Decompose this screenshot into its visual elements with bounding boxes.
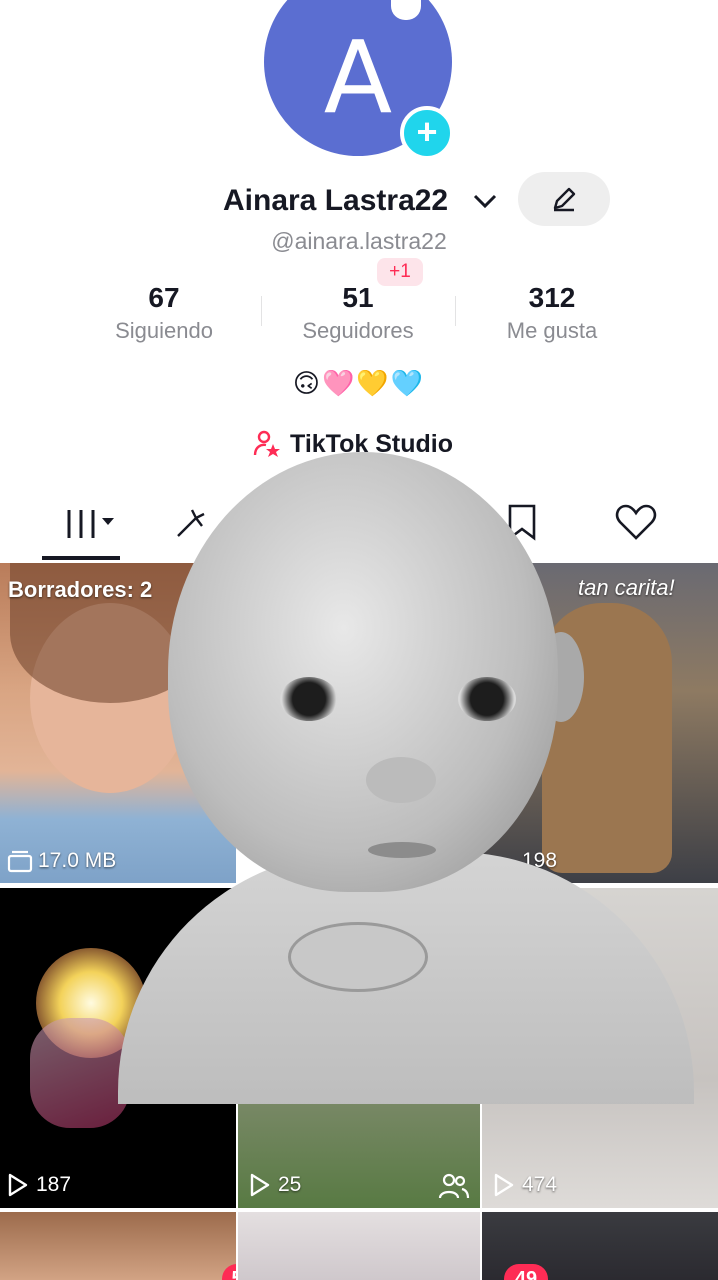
profile-handle: @ainara.lastra22 xyxy=(271,228,447,254)
new-badge: 5 xyxy=(222,1264,236,1280)
profile-name[interactable]: Ainara Lastra22 xyxy=(223,184,448,218)
chevron-down-icon[interactable] xyxy=(472,190,498,212)
view-count: 25 xyxy=(278,1173,302,1196)
view-count-row: 25 xyxy=(248,1172,301,1198)
baby-eye xyxy=(458,677,516,721)
stat-likes[interactable]: 312 Me gusta xyxy=(452,282,652,344)
followers-label: Seguidores xyxy=(302,318,414,343)
view-count-row: 187 xyxy=(6,1172,71,1198)
play-icon xyxy=(494,1173,514,1197)
add-photo-icon[interactable]: + xyxy=(400,106,454,160)
stat-followers[interactable]: 51 Seguidores xyxy=(258,282,458,344)
video-thumbnail-overlay xyxy=(30,1018,130,1128)
baby-eye xyxy=(280,677,338,721)
tab-videos[interactable] xyxy=(54,500,124,544)
video-tile[interactable] xyxy=(238,1212,480,1280)
video-tile[interactable]: 5 xyxy=(0,1212,236,1280)
name-row: Ainara Lastra22 xyxy=(0,180,718,224)
view-count: 187 xyxy=(36,1173,72,1196)
active-tab-indicator xyxy=(42,556,120,560)
drafts-stack-icon xyxy=(7,850,33,873)
view-count-row: 474 xyxy=(492,1172,557,1198)
likes-label: Me gusta xyxy=(506,318,598,343)
baby-head xyxy=(168,452,558,892)
overlay-baby-image xyxy=(118,452,694,1104)
drafts-size-row: 17.0 MB xyxy=(6,849,116,873)
edit-profile-button[interactable] xyxy=(518,172,610,226)
pencil-icon xyxy=(553,187,576,212)
videos-grid-icon xyxy=(67,506,114,538)
baby-collar xyxy=(288,922,428,992)
drafts-size: 17.0 MB xyxy=(38,849,117,872)
play-icon xyxy=(8,1173,28,1197)
following-label: Siguiendo xyxy=(115,318,213,343)
new-badge: 49 xyxy=(504,1264,548,1280)
friends-only-icon xyxy=(438,1173,470,1199)
video-tile[interactable]: 49 xyxy=(482,1212,718,1280)
likes-count: 312 xyxy=(528,282,576,313)
view-count: 474 xyxy=(522,1173,558,1196)
play-icon xyxy=(250,1173,270,1197)
baby-nose xyxy=(366,757,436,803)
baby-mouth xyxy=(368,842,436,858)
profile-bio: 🙃🩷💛🩵 xyxy=(292,368,426,398)
stat-following[interactable]: 67 Siguiendo xyxy=(64,282,264,344)
avatar-letter: A xyxy=(323,18,393,136)
followers-count: 51 xyxy=(342,282,374,313)
following-count: 67 xyxy=(148,282,180,313)
